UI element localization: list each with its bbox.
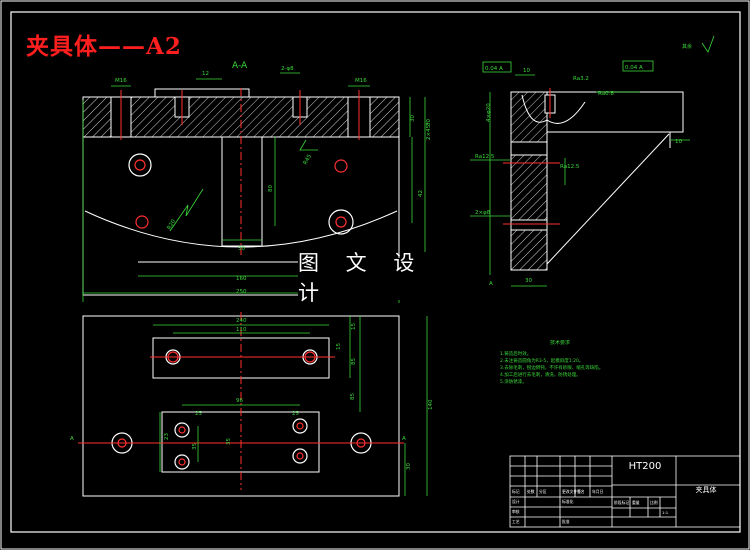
note-line: 1.铸造后时效。: [500, 352, 532, 357]
svg-text:1:1: 1:1: [662, 510, 669, 515]
svg-text:35: 35: [226, 438, 232, 445]
svg-text:96: 96: [236, 398, 243, 404]
svg-text:25: 25: [292, 411, 299, 417]
svg-text:0.04 A: 0.04 A: [485, 66, 503, 72]
svg-text:A: A: [70, 436, 74, 442]
svg-text:Ra3.2: Ra3.2: [573, 76, 589, 82]
side-hatch-lower: [510, 229, 548, 271]
svg-text:80: 80: [268, 185, 274, 192]
svg-text:35: 35: [192, 443, 198, 450]
svg-text:110: 110: [236, 327, 247, 333]
svg-text:处数: 处数: [527, 489, 535, 494]
note-line: 2.未注铸造圆角为R3-5，起模斜度1:20。: [500, 359, 584, 364]
svg-text:R20: R20: [167, 218, 178, 231]
material-label: HT200: [628, 461, 662, 472]
svg-text:设计: 设计: [512, 499, 520, 504]
technical-notes: 技术要求 1.铸造后时效。 2.未注铸造圆角为R3-5，起模斜度1:20。 3.…: [500, 340, 620, 386]
svg-text:比例: 比例: [650, 500, 658, 505]
svg-text:年月日: 年月日: [592, 489, 604, 494]
top-dim-text: 240 110 15 15 85 85 96 25 25 23 35 35 14…: [70, 318, 434, 470]
svg-text:160: 160: [236, 276, 247, 282]
top-dim-lines: [153, 316, 428, 496]
svg-text:阶段标记: 阶段标记: [614, 500, 629, 505]
side-dim-text: 10 0.04 A 0.04 A Ra3.2 Ra12.5 Ra12.5 4×φ…: [475, 65, 682, 287]
svg-text:A: A: [489, 281, 493, 287]
svg-text:15: 15: [336, 343, 342, 350]
svg-text:15: 15: [351, 323, 357, 330]
svg-text:30: 30: [525, 278, 532, 284]
side-hatch-upper: [510, 91, 548, 143]
svg-text:0.04 A: 0.04 A: [625, 65, 643, 71]
svg-text:批准: 批准: [562, 519, 570, 524]
svg-text:标准化: 标准化: [562, 499, 574, 504]
svg-text:Ra0.8: Ra0.8: [598, 91, 614, 97]
svg-text:2×45°: 2×45°: [426, 122, 432, 140]
svg-text:10: 10: [523, 68, 530, 74]
note-line: 4.加工后进行去毛刺，清洗，防锈处理。: [500, 373, 581, 378]
svg-text:4×φ20: 4×φ20: [486, 103, 492, 122]
note-line: 5.涂防锈漆。: [500, 380, 527, 385]
svg-text:重量: 重量: [632, 500, 640, 505]
side-view: [510, 91, 684, 271]
svg-text:R45: R45: [303, 153, 314, 166]
side-hatch-mid: [510, 154, 548, 221]
part-name-label: 夹具体: [695, 486, 717, 494]
svg-text:85: 85: [351, 358, 357, 365]
svg-text:Ra12.5: Ra12.5: [560, 164, 580, 170]
svg-text:M16: M16: [115, 78, 127, 84]
svg-text:30: 30: [410, 115, 416, 122]
svg-text:30: 30: [406, 463, 412, 470]
svg-text:140: 140: [428, 399, 434, 410]
svg-text:250: 250: [236, 289, 247, 295]
svg-text:Ra12.5: Ra12.5: [475, 154, 495, 160]
svg-text:42: 42: [418, 190, 424, 197]
svg-text:10: 10: [675, 139, 682, 145]
svg-text:25: 25: [195, 411, 202, 417]
svg-text:2×φ8: 2×φ8: [475, 210, 491, 216]
notes-heading: 技术要求: [549, 340, 570, 346]
roughness-note: 其余: [682, 43, 692, 50]
side-dim-lines: [470, 35, 715, 287]
svg-text:标记: 标记: [512, 489, 520, 494]
watermark-text: 图 文 设 计: [298, 251, 458, 305]
svg-text:工艺: 工艺: [512, 519, 520, 524]
svg-text:85: 85: [350, 393, 356, 400]
svg-text:签名: 签名: [577, 489, 585, 494]
note-line: 3.去除毛刺，锐边倒钝，不许有砂眼、缩孔等缺陷。: [500, 366, 604, 371]
svg-text:240: 240: [236, 318, 247, 324]
svg-text:23: 23: [164, 433, 170, 440]
svg-text:审核: 审核: [512, 509, 520, 514]
svg-text:M16: M16: [355, 78, 367, 84]
svg-text:A: A: [402, 436, 406, 442]
svg-text:分区: 分区: [539, 489, 547, 494]
section-label: A-A: [232, 61, 248, 71]
svg-text:30: 30: [238, 246, 245, 252]
svg-text:2-φ8: 2-φ8: [281, 66, 294, 72]
svg-text:12: 12: [202, 71, 209, 77]
drawing-title: 夹具体——A2: [26, 33, 182, 60]
